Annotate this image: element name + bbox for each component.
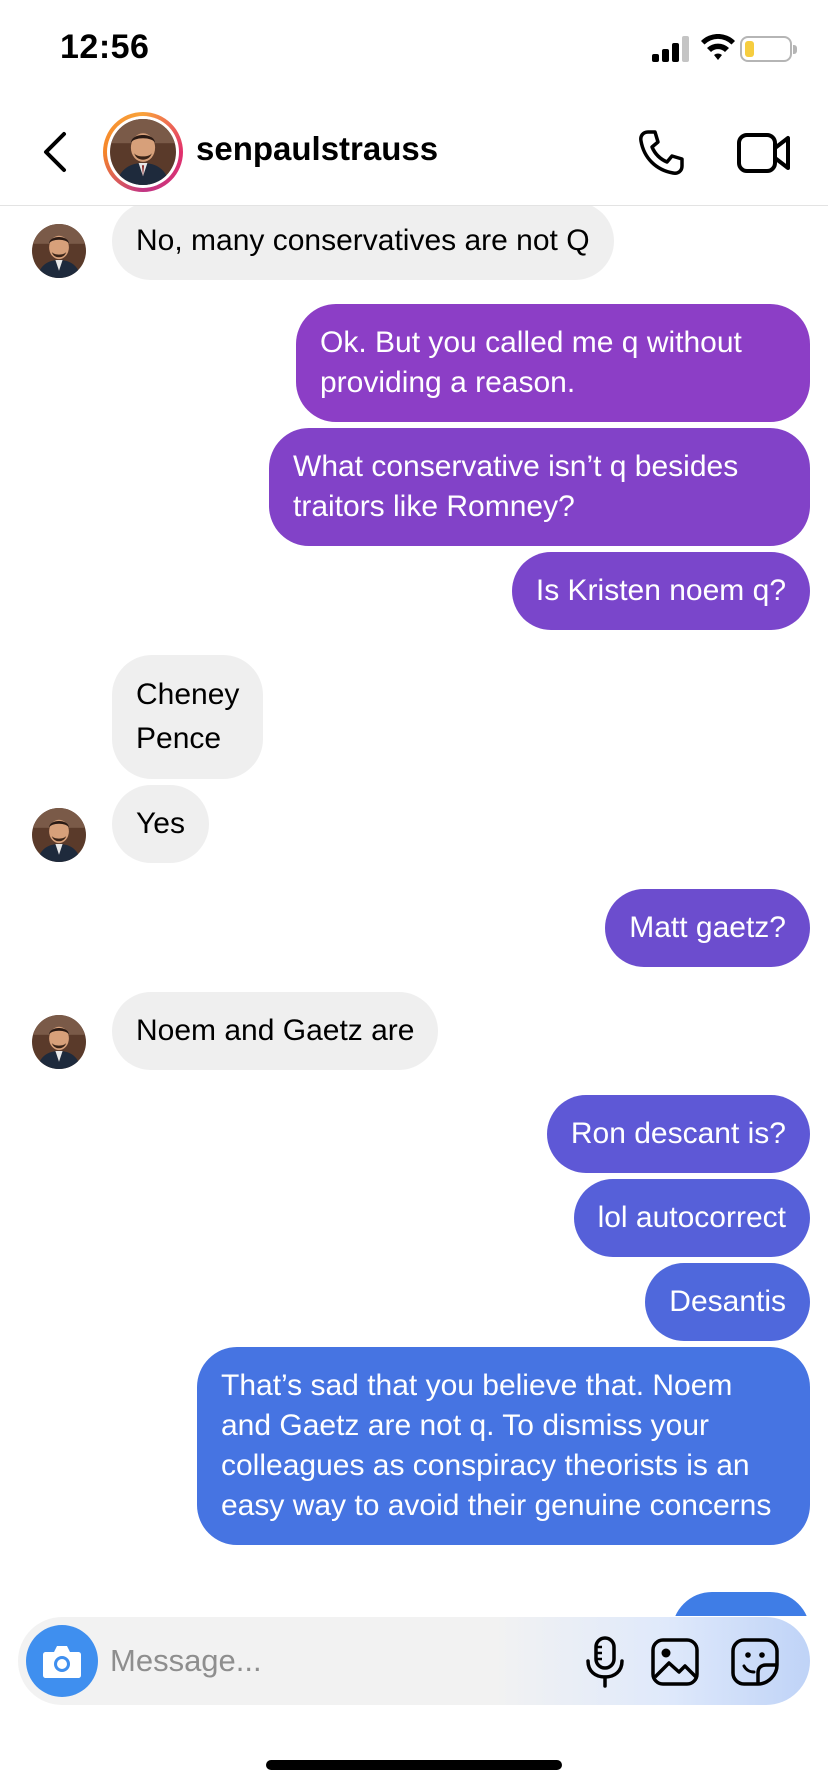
message-composer <box>18 1617 810 1705</box>
outgoing-message[interactable]: Ron descant is? <box>546 1095 810 1173</box>
home-indicator[interactable] <box>266 1760 562 1770</box>
status-time: 12:56 <box>60 28 150 66</box>
camera-button[interactable] <box>26 1625 98 1697</box>
incoming-message[interactable]: Yes <box>112 785 209 863</box>
camera-icon <box>43 1646 81 1678</box>
chat-header: senpaulstrauss <box>0 100 828 206</box>
outgoing-message[interactable]: lol autocorrect <box>573 1179 810 1257</box>
incoming-message[interactable]: Noem and Gaetz are <box>112 992 439 1070</box>
outgoing-message[interactable]: Is Kristen noem q? <box>511 552 810 630</box>
message-input[interactable] <box>110 1635 570 1687</box>
avatar-face <box>32 224 86 278</box>
outgoing-message-partial[interactable] <box>672 1592 810 1616</box>
header-avatar[interactable] <box>103 112 183 192</box>
battery-icon <box>740 36 797 62</box>
sender-avatar <box>32 808 86 862</box>
incoming-message[interactable]: No, many conservatives are not Q <box>112 206 614 280</box>
outgoing-message[interactable]: Matt gaetz? <box>605 889 810 967</box>
sender-avatar <box>32 224 86 278</box>
incoming-message[interactable]: Cheney Pence <box>112 655 264 779</box>
back-icon[interactable] <box>38 128 74 176</box>
outgoing-message[interactable]: That’s sad that you believe that. Noem a… <box>197 1347 810 1545</box>
avatar-face <box>32 1015 86 1069</box>
gallery-icon[interactable] <box>650 1637 700 1687</box>
outgoing-message[interactable]: Desantis <box>645 1263 810 1341</box>
wifi-icon <box>701 34 735 60</box>
chat-username[interactable]: senpaulstrauss <box>196 130 438 168</box>
outgoing-message[interactable]: Ok. But you called me q without providin… <box>296 304 810 422</box>
sticker-icon[interactable] <box>730 1637 780 1687</box>
video-camera-icon[interactable] <box>736 130 792 176</box>
phone-icon[interactable] <box>636 128 686 178</box>
avatar-face <box>110 119 176 185</box>
outgoing-message[interactable]: What conservative isn’t q besides traito… <box>269 428 810 546</box>
status-bar: 12:56 <box>0 0 828 100</box>
cellular-signal-icon <box>652 36 692 62</box>
microphone-icon[interactable] <box>580 1635 630 1689</box>
message-thread[interactable]: No, many conservatives are not Q Ok. But… <box>0 206 828 1616</box>
sender-avatar <box>32 1015 86 1069</box>
avatar-face <box>32 808 86 862</box>
